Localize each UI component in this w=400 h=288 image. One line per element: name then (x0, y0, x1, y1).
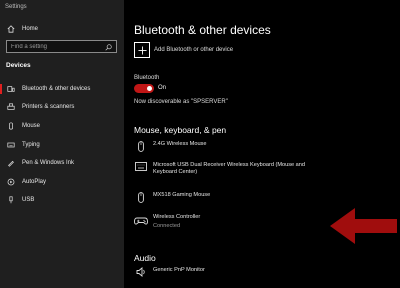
mouse-icon (134, 141, 148, 152)
sidebar-item-label: Printers & scanners (22, 104, 75, 110)
keyboard-icon (134, 162, 148, 171)
sidebar-item-autoplay[interactable]: AutoPlay (0, 174, 124, 190)
sidebar-item-label: Home (22, 26, 39, 32)
search-icon[interactable] (105, 38, 112, 56)
home-icon (0, 25, 22, 33)
toggle-knob (147, 86, 152, 91)
device-status: Connected (153, 223, 181, 229)
bluetooth-label: Bluetooth (134, 75, 160, 81)
sidebar-item-label: Mouse (22, 123, 41, 129)
sidebar-item-label: Bluetooth & other devices (22, 86, 91, 92)
sidebar-item-printers[interactable]: Printers & scanners (0, 99, 124, 115)
autoplay-icon (0, 178, 22, 186)
sidebar-item-usb[interactable]: USB (0, 192, 124, 208)
sidebar-item-label: USB (22, 197, 35, 203)
device-name: Generic PnP Monitor (153, 267, 205, 273)
sidebar-item-pen[interactable]: Pen & Windows Ink (0, 155, 124, 171)
device-item[interactable]: Microsoft USB Dual Receiver Wireless Key… (134, 162, 394, 178)
sidebar: Settings Home Devices Bluetooth & other … (0, 0, 124, 288)
bluetooth-state: On (158, 85, 167, 91)
search-input[interactable] (6, 40, 117, 53)
bluetooth-toggle[interactable] (134, 84, 154, 93)
sidebar-item-label: AutoPlay (22, 179, 47, 185)
pen-icon (0, 159, 22, 167)
page-title: Bluetooth & other devices (134, 23, 271, 37)
group-title-audio: Audio (134, 253, 156, 263)
sidebar-item-home[interactable]: Home (0, 21, 124, 37)
device-item[interactable]: 2.4G Wireless Mouse (134, 141, 394, 153)
keyboard-icon (0, 141, 22, 149)
annotation-arrow-icon (330, 208, 397, 244)
sidebar-item-label: Pen & Windows Ink (22, 160, 75, 166)
sidebar-section-title: Devices (6, 62, 31, 69)
gamepad-icon (134, 217, 148, 225)
mouse-icon (134, 192, 148, 203)
sidebar-item-bluetooth[interactable]: Bluetooth & other devices (0, 81, 124, 97)
device-name: Microsoft USB Dual Receiver Wireless Key… (153, 162, 306, 175)
sidebar-item-typing[interactable]: Typing (0, 137, 124, 153)
speaker-icon (134, 267, 148, 277)
window-title: Settings (5, 4, 27, 10)
group-title-input-devices: Mouse, keyboard, & pen (134, 125, 227, 135)
device-name: Wireless Controller (153, 214, 201, 220)
add-device-button[interactable] (134, 42, 150, 58)
device-item[interactable]: MX518 Gaming Mouse (134, 192, 394, 204)
device-name: 2.4G Wireless Mouse (153, 141, 207, 147)
sidebar-item-label: Typing (22, 142, 40, 148)
device-name: MX518 Gaming Mouse (153, 192, 211, 198)
device-item[interactable]: Generic PnP Monitor (134, 267, 394, 279)
bluetooth-icon (0, 85, 22, 93)
usb-icon (0, 196, 22, 204)
add-device-label[interactable]: Add Bluetooth or other device (154, 47, 233, 53)
plus-icon (137, 45, 147, 55)
discoverable-text: Now discoverable as "SPSERVER" (134, 99, 228, 105)
printer-icon (0, 103, 22, 111)
sidebar-item-mouse[interactable]: Mouse (0, 118, 124, 134)
main-content: Bluetooth & other devices Add Bluetooth … (124, 0, 400, 288)
mouse-icon (0, 122, 22, 130)
search-field[interactable] (11, 43, 101, 50)
